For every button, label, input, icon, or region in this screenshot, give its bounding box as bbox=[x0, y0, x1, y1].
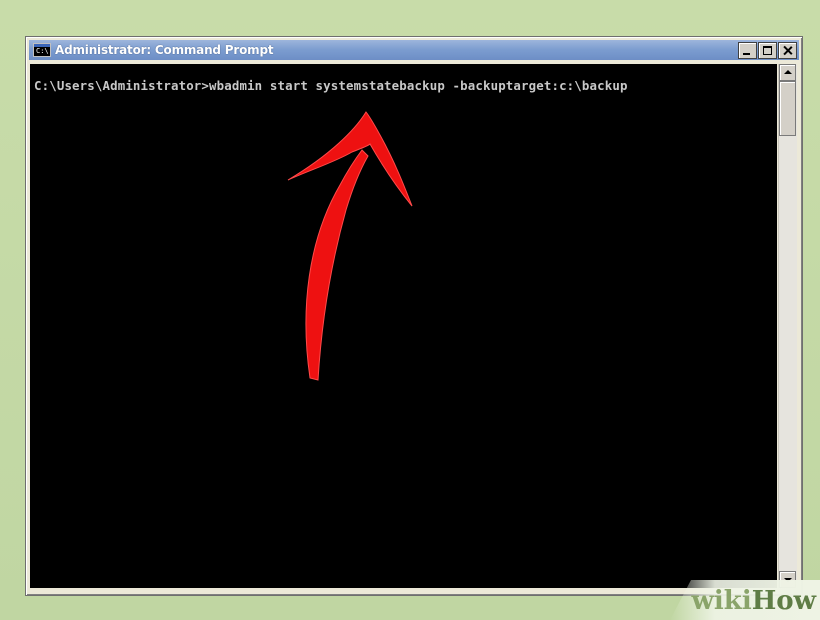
watermark-text: wikiHow bbox=[692, 586, 816, 616]
watermark-wiki: wiki bbox=[691, 586, 752, 616]
cmd-window-icon[interactable]: C:\ bbox=[33, 43, 51, 57]
scroll-up-button[interactable] bbox=[779, 64, 796, 81]
window-title: Administrator: Command Prompt bbox=[55, 43, 274, 57]
wikihow-watermark: wikiHow bbox=[670, 578, 820, 620]
close-button[interactable] bbox=[778, 42, 797, 59]
window-controls bbox=[737, 42, 797, 59]
scroll-thumb[interactable] bbox=[779, 81, 796, 136]
vertical-scrollbar[interactable] bbox=[778, 64, 797, 588]
maximize-button[interactable] bbox=[758, 42, 777, 59]
red-arrow-annotation bbox=[287, 111, 413, 381]
arrow-shaft bbox=[305, 149, 369, 381]
cmd-icon-label: C:\ bbox=[36, 47, 49, 55]
watermark-how: How bbox=[751, 586, 816, 616]
title-bar[interactable]: C:\ Administrator: Command Prompt bbox=[29, 40, 799, 60]
minimize-button[interactable] bbox=[738, 42, 757, 59]
command-line: C:\Users\Administrator>wbadmin start sys… bbox=[34, 78, 628, 93]
